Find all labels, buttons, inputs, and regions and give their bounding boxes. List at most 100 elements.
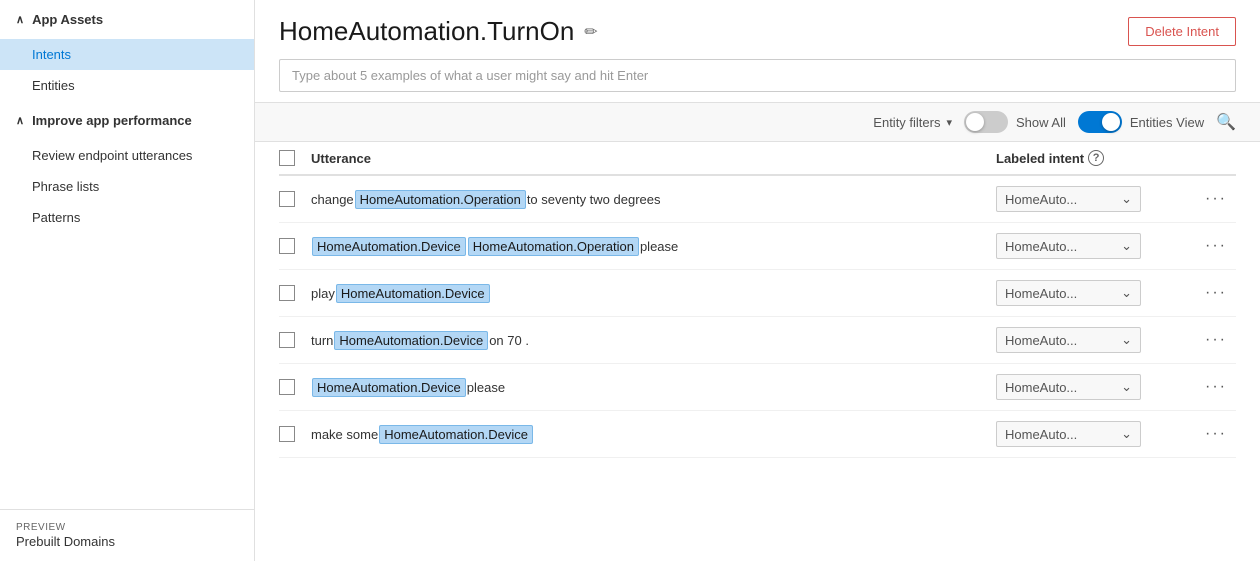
labeled-intent-column-header: Labeled intent ? [996,150,1196,166]
sidebar-item-review[interactable]: Review endpoint utterances [0,140,254,171]
more-options-button[interactable]: ··· [1205,190,1227,208]
select-all-checkbox[interactable] [279,150,295,166]
row-actions-col: ··· [1196,237,1236,255]
row-check-col [279,238,311,254]
sidebar-bottom: PREVIEW Prebuilt Domains [0,509,254,561]
prebuilt-domains-label: Prebuilt Domains [16,534,115,549]
table-row: make some HomeAutomation.DeviceHomeAuto.… [279,411,1236,458]
more-options-button[interactable]: ··· [1205,237,1227,255]
chevron-icon-2: ∧ [16,114,24,127]
dropdown-chevron-icon: ⌄ [1121,191,1132,207]
utterance-text: on 70 . [489,333,529,348]
labeled-intent-value: HomeAuto... [1005,192,1077,207]
search-icon[interactable]: 🔍 [1216,112,1236,132]
utterance-search-input[interactable]: Type about 5 examples of what a user mig… [279,59,1236,92]
utterance-text: make some [311,427,378,442]
entity-tag[interactable]: HomeAutomation.Device [312,378,466,397]
intent-name: HomeAutomation.TurnOn [279,16,574,47]
entity-filters-label: Entity filters [873,115,940,130]
utterance-text: please [467,380,505,395]
dropdown-chevron-icon: ⌄ [1121,426,1132,442]
row-checkbox[interactable] [279,191,295,207]
utterance-text: to seventy two degrees [527,192,661,207]
show-all-toggle[interactable] [964,111,1008,133]
utterance-text: please [640,239,678,254]
utterance-text: change [311,192,354,207]
labeled-intent-dropdown[interactable]: HomeAuto... ⌄ [996,280,1141,306]
labeled-intent-dropdown[interactable]: HomeAuto...⌄ [996,327,1141,353]
entity-tag[interactable]: HomeAutomation.Operation [468,237,639,256]
show-all-toggle-group: Show All [964,111,1066,133]
labeled-intent-dropdown[interactable]: HomeAuto...⌄ [996,233,1141,259]
row-check-col [279,426,311,442]
more-options-button[interactable]: ··· [1205,378,1227,396]
edit-icon[interactable]: ✏ [584,22,597,42]
labeled-intent-value: HomeAuto... [1005,239,1077,254]
table-header: Utterance Labeled intent ? [279,142,1236,176]
show-all-label: Show All [1016,115,1066,130]
sidebar-item-phrase-lists[interactable]: Phrase lists [0,171,254,202]
row-check-col [279,379,311,395]
row-check-col [279,285,311,301]
labeled-intent-value: HomeAuto... [1005,286,1077,301]
more-options-button[interactable]: ··· [1205,331,1227,349]
delete-intent-button[interactable]: Delete Intent [1128,17,1236,46]
utterance-text: play [311,286,335,301]
toolbar: Entity filters ▾ Show All Entities View … [255,102,1260,142]
table-row: turn HomeAutomation.Device on 70 .HomeAu… [279,317,1236,364]
row-actions-col: ··· [1196,378,1236,396]
sidebar-item-intents[interactable]: Intents [0,39,254,70]
dropdown-chevron-icon: ⌄ [1121,285,1132,301]
labeled-intent-value: HomeAuto... [1005,427,1077,442]
entities-view-label: Entities View [1130,115,1204,130]
intent-title: HomeAutomation.TurnOn ✏ [279,16,598,47]
row-checkbox[interactable] [279,238,295,254]
row-utterance: turn HomeAutomation.Device on 70 . [311,331,996,350]
row-actions-col: ··· [1196,190,1236,208]
utterance-text: turn [311,333,333,348]
row-utterance: HomeAutomation.Device please [311,378,996,397]
labeled-intent-dropdown[interactable]: HomeAuto... ⌄ [996,186,1141,212]
row-utterance: HomeAutomation.Device HomeAutomation.Ope… [311,237,996,256]
preview-label: PREVIEW [16,522,238,533]
entities-view-toggle[interactable] [1078,111,1122,133]
chevron-icon: ∧ [16,13,24,26]
entity-tag[interactable]: HomeAutomation.Device [336,284,490,303]
entity-tag[interactable]: HomeAutomation.Device [334,331,488,350]
labeled-intent-dropdown[interactable]: HomeAuto... ⌄ [996,421,1141,447]
labeled-intent-value: HomeAuto... [1005,380,1077,395]
main-content: HomeAutomation.TurnOn ✏ Delete Intent Ty… [255,0,1260,561]
main-header: HomeAutomation.TurnOn ✏ Delete Intent [255,0,1260,59]
row-utterance: change HomeAutomation.Operation to seven… [311,190,996,209]
row-actions-col: ··· [1196,331,1236,349]
row-labeled-col: HomeAuto...⌄ [996,327,1196,353]
row-labeled-col: HomeAuto... ⌄ [996,280,1196,306]
row-actions-col: ··· [1196,284,1236,302]
row-checkbox[interactable] [279,426,295,442]
row-checkbox[interactable] [279,332,295,348]
more-options-button[interactable]: ··· [1205,425,1227,443]
sidebar-section-improve[interactable]: ∧ Improve app performance [0,101,254,140]
sidebar-section-app-assets[interactable]: ∧ App Assets [0,0,254,39]
help-icon[interactable]: ? [1088,150,1104,166]
row-utterance: play HomeAutomation.Device [311,284,996,303]
row-checkbox[interactable] [279,379,295,395]
table-row: play HomeAutomation.Device HomeAuto... ⌄ ··… [279,270,1236,317]
more-options-button[interactable]: ··· [1205,284,1227,302]
entity-tag[interactable]: HomeAutomation.Device [312,237,466,256]
row-actions-col: ··· [1196,425,1236,443]
entity-tag[interactable]: HomeAutomation.Operation [355,190,526,209]
table-row: HomeAutomation.Device pleaseHomeAuto...⌄… [279,364,1236,411]
row-labeled-col: HomeAuto...⌄ [996,374,1196,400]
sidebar-item-patterns[interactable]: Patterns [0,202,254,233]
labeled-intent-dropdown[interactable]: HomeAuto...⌄ [996,374,1141,400]
entity-filters-button[interactable]: Entity filters ▾ [873,115,952,130]
sidebar-item-entities[interactable]: Entities [0,70,254,101]
row-utterance: make some HomeAutomation.Device [311,425,996,444]
entity-tag[interactable]: HomeAutomation.Device [379,425,533,444]
row-check-col [279,191,311,207]
dropdown-chevron-icon: ⌄ [1121,332,1132,348]
row-checkbox[interactable] [279,285,295,301]
row-labeled-col: HomeAuto... ⌄ [996,186,1196,212]
row-check-col [279,332,311,348]
